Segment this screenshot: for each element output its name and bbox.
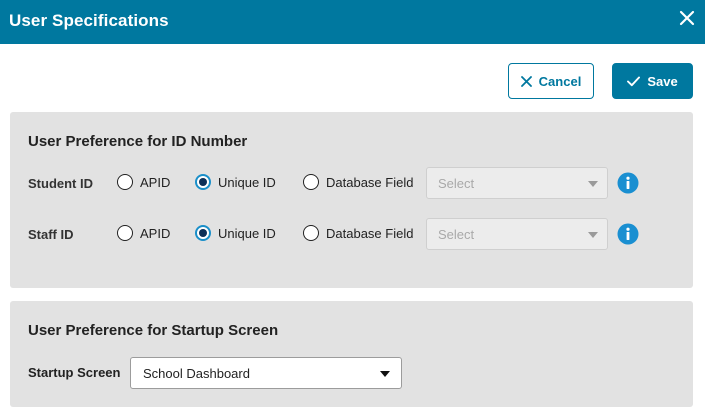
cancel-button-label: Cancel: [538, 73, 582, 89]
save-button[interactable]: Save: [612, 63, 693, 99]
student-id-database-field-radio[interactable]: Database Field: [303, 174, 413, 190]
caret-down-icon: [588, 232, 598, 238]
startup-screen-value: School Dashboard: [143, 366, 250, 381]
staff-id-unique-radio[interactable]: Unique ID: [195, 225, 276, 241]
student-id-apid-radio[interactable]: APID: [117, 174, 170, 190]
id-preference-panel: User Preference for ID Number Student ID…: [10, 112, 693, 288]
save-button-label: Save: [647, 73, 678, 89]
radio-button[interactable]: [117, 174, 133, 190]
radio-button[interactable]: [117, 225, 133, 241]
student-id-row: Student ID APID Unique ID Database Field…: [10, 167, 693, 199]
checkmark-icon: [627, 76, 641, 86]
x-icon: [520, 75, 532, 87]
staff-id-apid-radio[interactable]: APID: [117, 225, 170, 241]
staff-id-row: Staff ID APID Unique ID Database Field S…: [10, 218, 693, 250]
id-preference-heading: User Preference for ID Number: [28, 133, 248, 150]
startup-preference-panel: User Preference for Startup Screen Start…: [10, 301, 693, 407]
dialog-title: User Specifications: [9, 11, 169, 30]
caret-down-icon: [588, 181, 598, 187]
caret-down-icon: [380, 371, 390, 377]
student-id-label: Student ID: [28, 176, 93, 191]
staff-id-label: Staff ID: [28, 227, 74, 242]
startup-preference-heading: User Preference for Startup Screen: [28, 322, 279, 339]
radio-button-checked[interactable]: [195, 225, 211, 241]
startup-screen-select[interactable]: School Dashboard: [130, 357, 402, 389]
dialog-title-bar: User Specifications: [0, 0, 705, 44]
staff-id-database-field-radio[interactable]: Database Field: [303, 225, 413, 241]
radio-button[interactable]: [303, 225, 319, 241]
info-icon[interactable]: [617, 223, 639, 245]
startup-screen-row: Startup Screen School Dashboard: [10, 357, 693, 389]
close-icon[interactable]: [677, 8, 697, 28]
radio-button-checked[interactable]: [195, 174, 211, 190]
info-icon[interactable]: [617, 172, 639, 194]
staff-id-field-select: Select: [426, 218, 608, 250]
startup-screen-label: Startup Screen: [28, 365, 121, 380]
radio-button[interactable]: [303, 174, 319, 190]
student-id-unique-radio[interactable]: Unique ID: [195, 174, 276, 190]
cancel-button[interactable]: Cancel: [508, 63, 594, 99]
student-id-field-select: Select: [426, 167, 608, 199]
